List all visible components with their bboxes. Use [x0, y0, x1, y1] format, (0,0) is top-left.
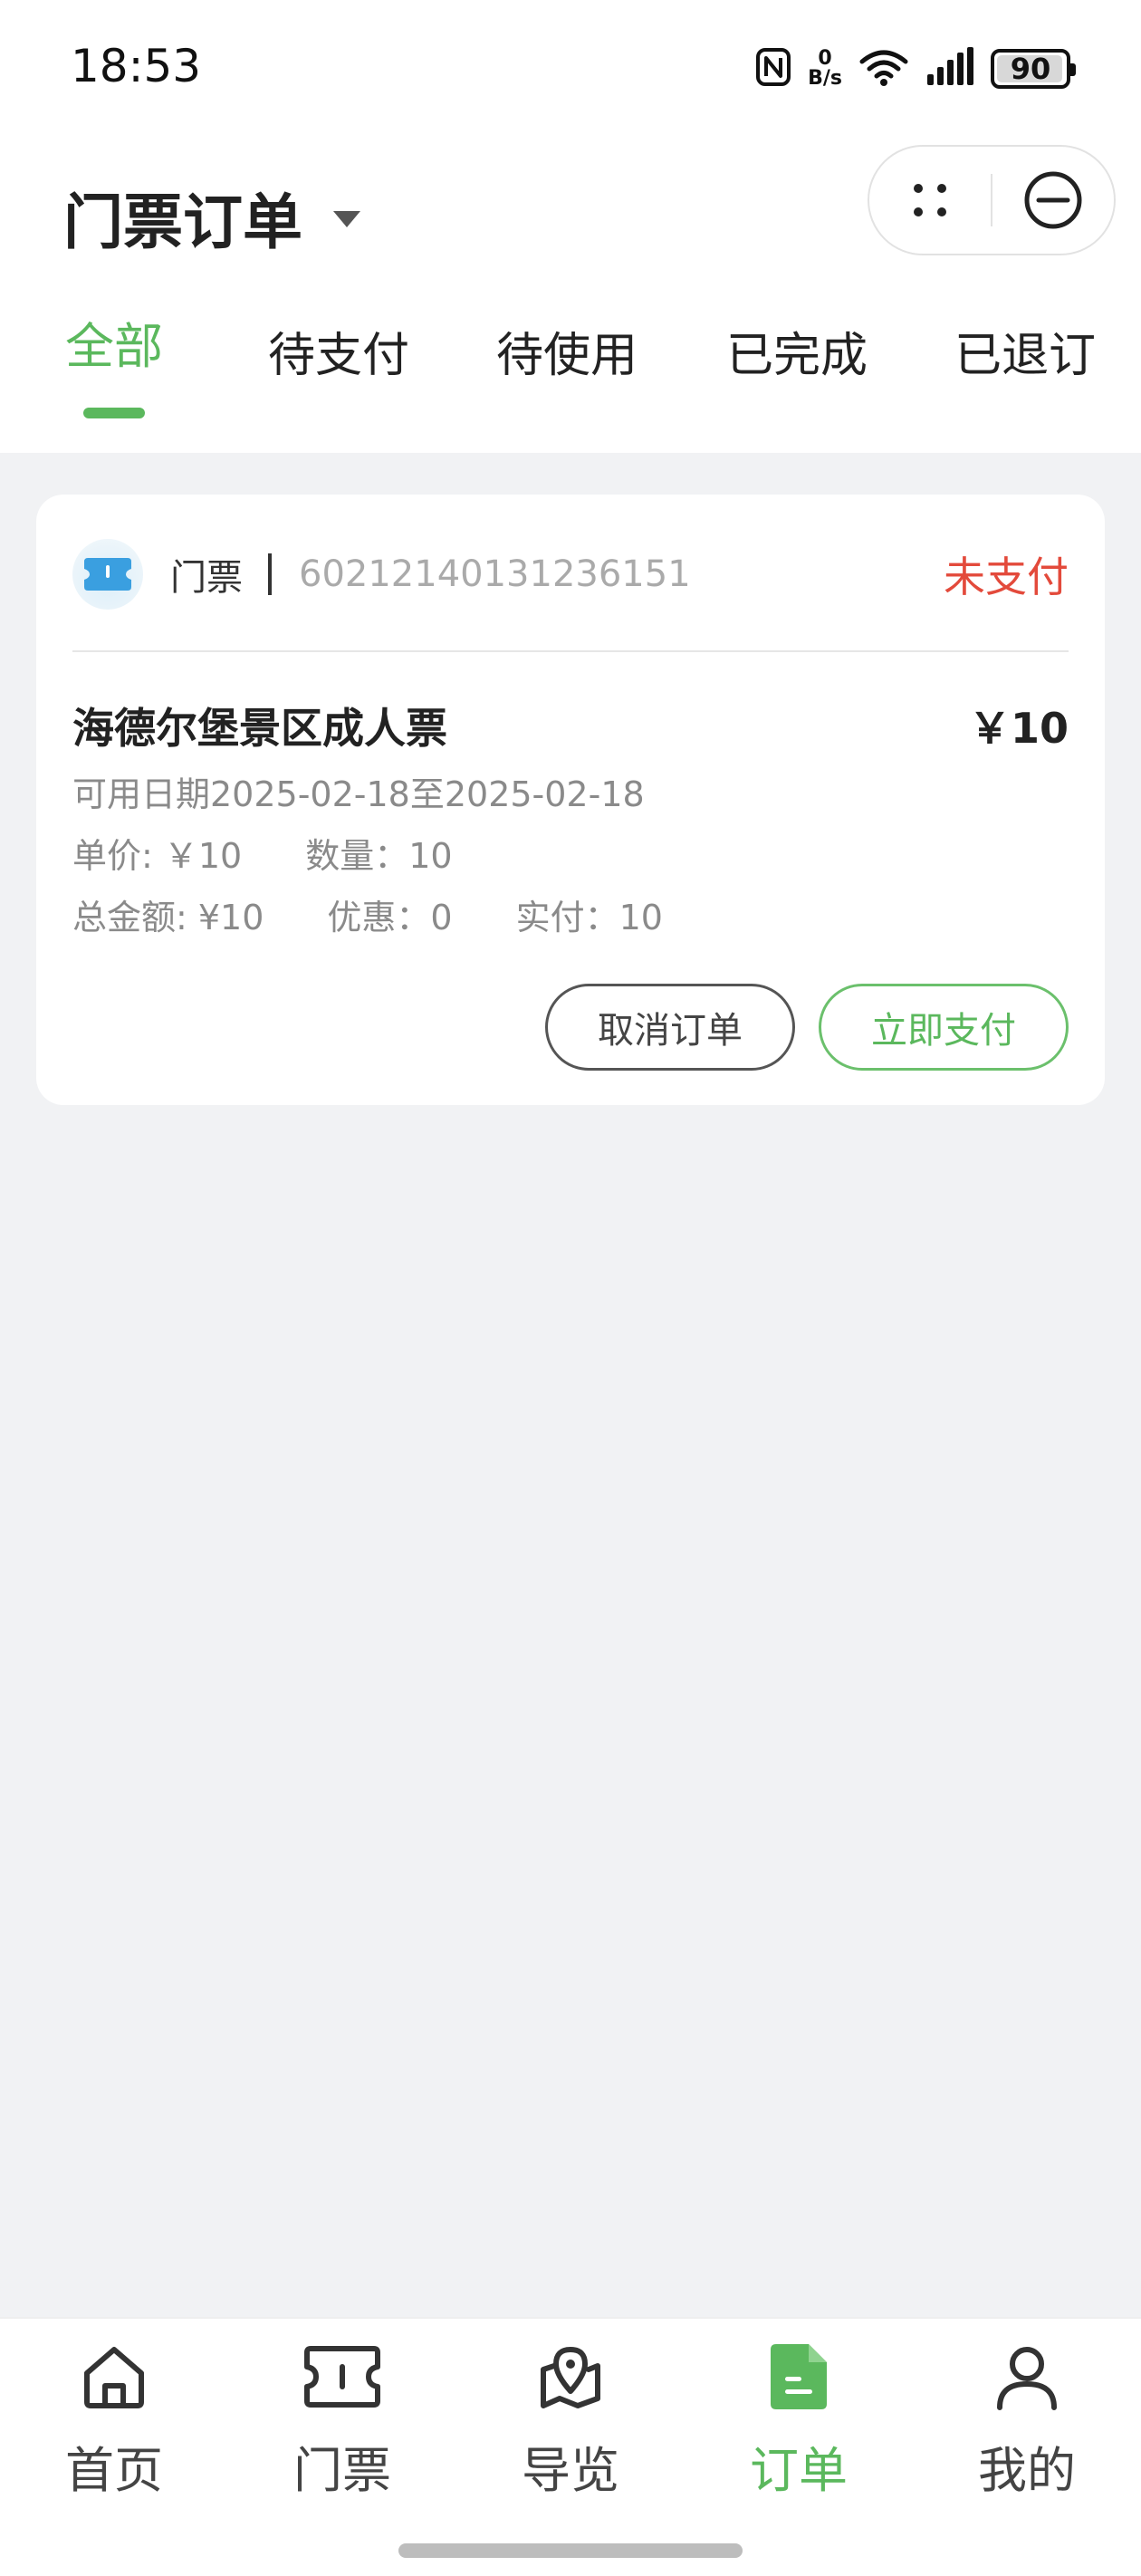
tab-completed[interactable]: 已完成 [726, 317, 868, 385]
nav-label-profile: 我的 [978, 2442, 1076, 2499]
tab-all[interactable]: 全部 [65, 306, 163, 378]
nav-label-guide: 导览 [522, 2442, 619, 2499]
tab-refunded[interactable]: 已退订 [954, 317, 1096, 385]
close-mini-program-button[interactable] [992, 147, 1114, 254]
nav-item-orders[interactable]: 订单 [708, 2339, 889, 2502]
wifi-icon [858, 47, 909, 91]
total-amount: 总金额: ¥10 [72, 898, 264, 937]
nav-item-profile[interactable]: 我的 [936, 2339, 1117, 2502]
nav-label-tickets: 门票 [293, 2442, 391, 2499]
net-speed-unit: B/s [808, 67, 842, 90]
cancel-order-button[interactable]: 取消订单 [545, 984, 795, 1071]
net-speed: 0 B/s [808, 49, 842, 89]
battery-level: 90 [1010, 52, 1051, 86]
order-card-header: 门票 60212140131236151 未支付 [72, 531, 1069, 618]
page-title: 门票订单 [63, 187, 302, 257]
close-circle-icon [1024, 171, 1082, 229]
battery-icon: 90 [991, 49, 1076, 89]
mini-program-capsule [868, 145, 1116, 255]
nav-label-orders: 订单 [750, 2442, 848, 2499]
header: 门票订单 全部 待支付 待使用 已完成 已退订 [0, 136, 1141, 453]
nav-label-home: 首页 [65, 2442, 163, 2499]
net-speed-value: 0 [818, 47, 832, 70]
more-dots-icon [914, 184, 946, 216]
valid-dates: 可用日期2025-02-18至2025-02-18 [72, 766, 645, 816]
home-indicator[interactable] [398, 2543, 743, 2558]
order-document-icon [760, 2339, 838, 2414]
product-name: 海德尔堡景区成人票 [72, 704, 447, 753]
profile-icon [988, 2339, 1066, 2414]
product-price: ￥10 [968, 704, 1069, 753]
order-status-badge: 未支付 [944, 553, 1069, 601]
nav-item-guide[interactable]: 导览 [480, 2339, 661, 2502]
status-time: 18:53 [71, 40, 202, 92]
ticket-category-icon [72, 539, 143, 610]
signal-icon [925, 47, 974, 91]
status-bar: 18:53 0 B/s 90 [0, 0, 1141, 136]
tab-to-use[interactable]: 待使用 [496, 317, 638, 385]
card-divider [72, 650, 1069, 652]
status-icons: 0 B/s 90 [755, 42, 1076, 96]
price-quantity-line: 单价: ￥10 数量：10 [72, 828, 453, 878]
bottom-navigation: 首页 门票 导览 订单 我的 [0, 2317, 1141, 2576]
order-status-tabs: 全部 待支付 待使用 已完成 已退订 [0, 317, 1141, 453]
unit-price: 单价: ￥10 [72, 836, 243, 876]
home-icon [75, 2339, 153, 2414]
pay-now-button[interactable]: 立即支付 [819, 984, 1069, 1071]
quantity: 数量：10 [305, 836, 453, 876]
nav-item-home[interactable]: 首页 [24, 2339, 205, 2502]
discount: 优惠：0 [327, 898, 453, 937]
ticket-icon [303, 2339, 381, 2414]
nfc-icon [755, 47, 791, 91]
map-guide-icon [532, 2339, 609, 2414]
caret-down-icon [333, 211, 360, 227]
more-dots-button[interactable] [869, 147, 991, 254]
order-card[interactable]: 门票 60212140131236151 未支付 海德尔堡景区成人票 ￥10 可… [36, 495, 1105, 1105]
nav-item-tickets[interactable]: 门票 [252, 2339, 433, 2502]
page-title-dropdown[interactable]: 门票订单 [63, 174, 360, 261]
paid-amount: 实付：10 [515, 898, 663, 937]
active-tab-indicator [83, 408, 145, 418]
order-number: 60212140131236151 [299, 553, 691, 595]
tab-pending-payment[interactable]: 待支付 [268, 317, 409, 385]
order-category: 门票 [170, 557, 243, 599]
amount-line: 总金额: ¥10 优惠：0 实付：10 [72, 889, 663, 939]
valid-dates-text: 可用日期2025-02-18至2025-02-18 [72, 774, 645, 814]
header-separator [268, 553, 272, 595]
